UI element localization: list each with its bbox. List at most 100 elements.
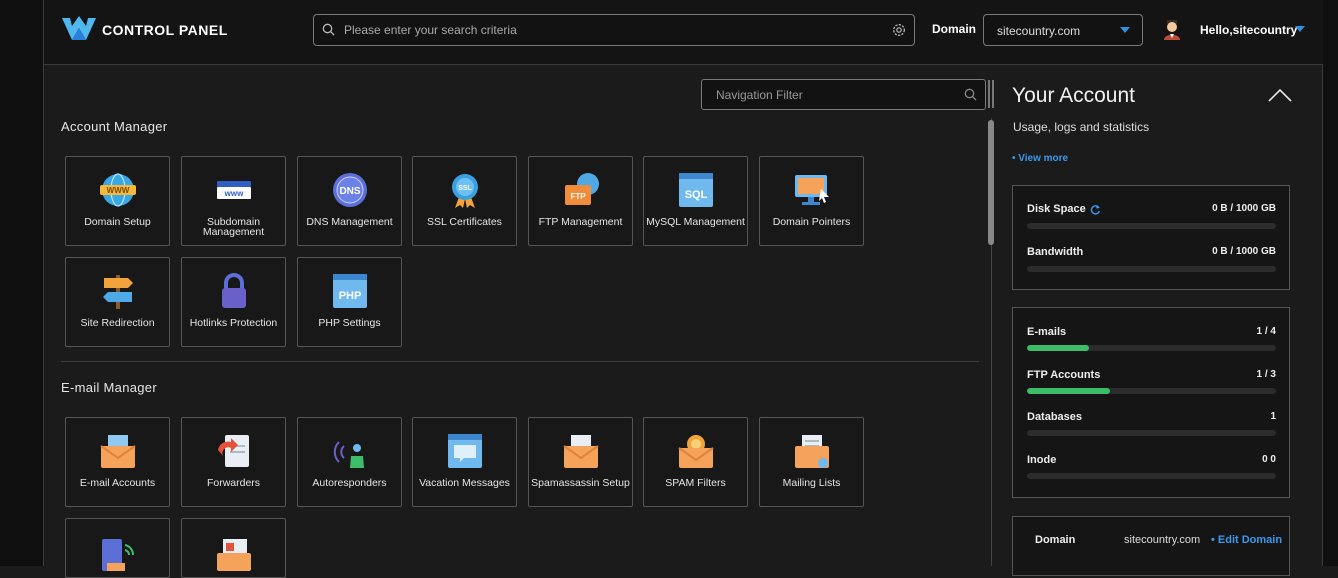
domain-info-value: sitecountry.com [1124,534,1201,546]
padlock-icon [222,273,246,308]
search-icon [322,23,335,36]
disk-space-label: Disk Space [1027,203,1086,215]
global-search[interactable] [313,14,915,46]
tile-label: Subdomain Management [202,216,265,238]
tile-email-extra-2[interactable] [181,518,286,578]
navigation-filter-input[interactable] [714,85,958,105]
tile-label: Autoresponders [312,477,387,489]
tile-mysql-management[interactable]: SQL MySQL Management [643,156,748,246]
globe-www-icon: WWW [100,173,136,207]
wireless-device-icon [102,539,135,571]
tile-label: SPAM Filters [665,477,726,489]
tile-site-redirection[interactable]: Site Redirection [65,257,170,347]
emails-progress [1027,345,1276,351]
refresh-icon[interactable] [1090,204,1101,215]
tile-vacation-messages[interactable]: Vacation Messages [412,417,517,507]
envelope-icon [100,435,136,468]
tile-spam-filters[interactable]: SPAM Filters [643,417,748,507]
filter-envelope-icon [678,435,714,468]
chevron-down-icon [1120,27,1130,33]
your-account-subtitle: Usage, logs and statistics [1013,120,1150,134]
tile-forwarders[interactable]: Forwarders [181,417,286,507]
scrollbar-thumb[interactable] [988,120,994,245]
tile-label: SSL Certificates [427,216,502,228]
navigation-filter[interactable] [701,79,986,110]
tile-domain-setup[interactable]: WWW Domain Setup [65,156,170,246]
tile-spamassassin-setup[interactable]: Spamassassin Setup [528,417,633,507]
svg-text:SSL: SSL [458,185,472,192]
tile-label: DNS Management [306,216,393,228]
tile-autoresponders[interactable]: Autoresponders [297,417,402,507]
domain-select-value: sitecountry.com [997,24,1081,38]
view-more-link[interactable]: • View more [1012,153,1068,164]
databases-label: Databases [1027,411,1083,423]
left-edge-strip [0,0,44,566]
tile-ssl-certificates[interactable]: SSL SSL Certificates [412,156,517,246]
user-greeting[interactable]: Hello,sitecountry [1200,23,1297,37]
tile-email-accounts[interactable]: E-mail Accounts [65,417,170,507]
monitor-pointer-icon [795,175,829,205]
section-divider [61,361,979,362]
tile-label: Domain Setup [84,216,151,228]
bandwidth-value: 0 B / 1000 GB [1212,246,1276,257]
tile-label: Mailing Lists [782,477,841,489]
newsletter-icon [217,539,251,571]
tile-label: MySQL Management [646,216,745,228]
ftp-accounts-progress [1027,388,1276,394]
tile-label: PHP Settings [318,317,381,329]
tile-dns-management[interactable]: DNS DNS Management [297,156,402,246]
vacation-window-icon [448,434,482,468]
inode-progress [1027,473,1276,479]
inode-label: Inode [1027,454,1057,466]
disk-space-progress [1027,223,1276,229]
edit-domain-link[interactable]: • Edit Domain [1211,534,1282,546]
tile-label: FTP Management [538,216,623,228]
ftp-folder-icon: FTP [565,173,599,205]
domain-select[interactable]: sitecountry.com [983,14,1143,46]
tile-label: Domain Pointers [772,216,851,228]
tile-label: Hotlinks Protection [189,317,278,329]
chevron-up-icon[interactable] [1268,88,1292,102]
tile-domain-pointers[interactable]: Domain Pointers [759,156,864,246]
ssl-badge-icon: SSL [452,174,478,208]
bandwidth-label: Bandwidth [1027,246,1084,258]
bandwidth-progress [1027,266,1276,272]
user-menu-chevron-icon[interactable] [1295,26,1305,32]
broadcast-person-icon [333,441,364,468]
tile-label: Site Redirection [80,317,155,329]
gear-icon[interactable] [892,23,906,37]
domain-label: Domain [932,22,977,36]
limits-card: E-mails 1 / 4 FTP Accounts 1 / 3 Databas… [1012,307,1290,498]
inode-value: 0 0 [1262,454,1276,465]
tile-label: Forwarders [206,477,261,489]
svg-text:WWW: WWW [107,186,130,195]
ftp-accounts-value: 1 / 3 [1256,369,1276,380]
control-panel-logo-icon [62,16,96,40]
brand-title: CONTROL PANEL [102,22,228,38]
domain-info-card: Domain sitecountry.com • Edit Domain [1012,516,1290,576]
right-edge-strip [1322,0,1338,566]
domain-info-label: Domain [1035,534,1076,546]
your-account-title: Your Account [1012,84,1135,107]
tile-ftp-management[interactable]: FTP FTP Management [528,156,633,246]
main-scrollbar[interactable] [988,118,994,566]
panel-resize-handle[interactable] [988,80,994,108]
tile-hotlinks-protection[interactable]: Hotlinks Protection [181,257,286,347]
spam-envelope-icon [563,435,599,468]
ftp-accounts-label: FTP Accounts [1027,369,1101,381]
search-input[interactable] [342,19,886,41]
tile-label: E-mail Accounts [79,477,156,489]
sql-window-icon: SQL [679,173,713,207]
disk-space-value: 0 B / 1000 GB [1212,203,1276,214]
email-manager-title: E-mail Manager [61,380,157,395]
tile-mailing-lists[interactable]: Mailing Lists [759,417,864,507]
svg-text:DNS: DNS [339,186,360,197]
top-header: CONTROL PANEL Domain sitecountry.com Hel… [44,0,1323,65]
tile-php-settings[interactable]: PHP PHP Settings [297,257,402,347]
tile-subdomain-management[interactable]: www Subdomain Management [181,156,286,246]
dns-globe-icon: DNS [333,173,367,207]
avatar[interactable] [1162,18,1182,40]
emails-value: 1 / 4 [1256,326,1276,337]
tile-email-extra-1[interactable] [65,518,170,578]
svg-text:FTP: FTP [570,192,586,201]
